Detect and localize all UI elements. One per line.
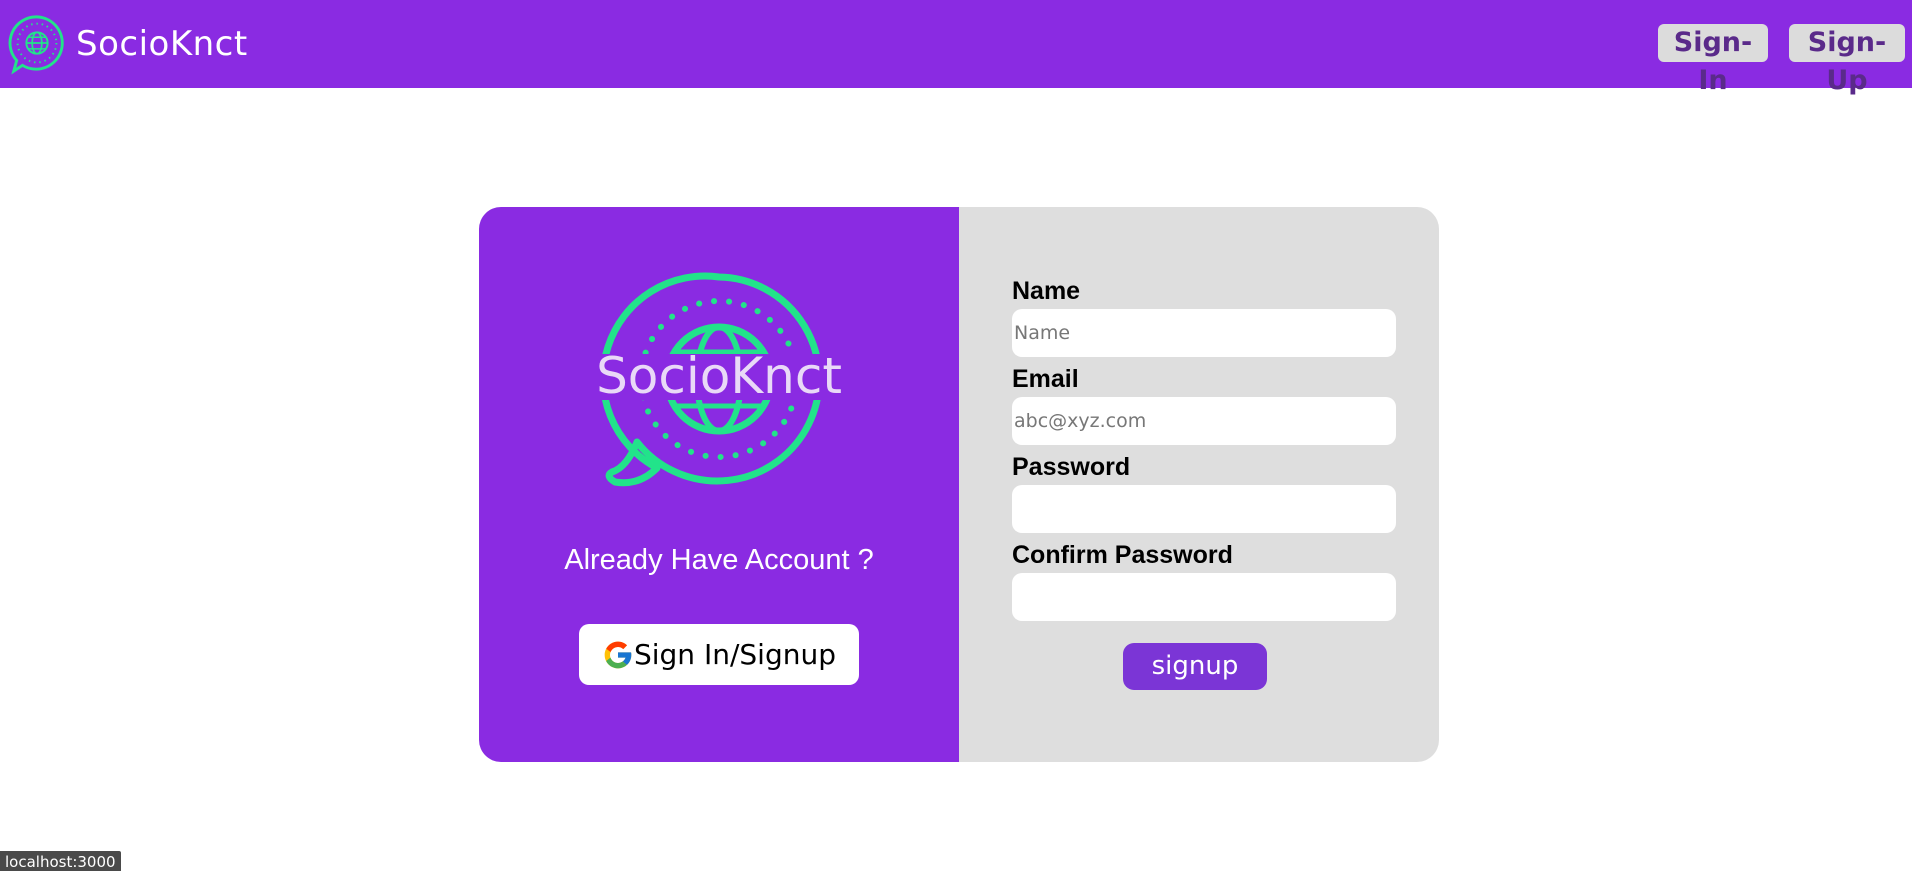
- sign-up-button[interactable]: Sign-Up: [1789, 24, 1905, 96]
- status-bar-url: localhost:3000: [0, 851, 121, 871]
- sign-in-button[interactable]: Sign-In: [1658, 24, 1768, 96]
- signup-button[interactable]: signup: [1123, 643, 1267, 690]
- email-label: Email: [1012, 365, 1079, 393]
- confirm-password-input[interactable]: [1012, 573, 1396, 621]
- globe-chat-bubble-icon: [8, 15, 64, 75]
- brand-name: SocioKnct: [76, 24, 248, 64]
- confirm-password-label: Confirm Password: [1012, 541, 1233, 569]
- name-input[interactable]: [1012, 309, 1396, 357]
- name-label: Name: [1012, 277, 1081, 305]
- password-input[interactable]: [1012, 485, 1396, 533]
- signup-form: Name Email Password Confirm Password sig…: [479, 207, 1439, 762]
- brand[interactable]: SocioKnct: [6, 12, 248, 76]
- top-navbar: SocioKnct Sign-In Sign-Up: [0, 0, 1912, 96]
- password-label: Password: [1012, 453, 1131, 481]
- email-input[interactable]: [1012, 397, 1396, 445]
